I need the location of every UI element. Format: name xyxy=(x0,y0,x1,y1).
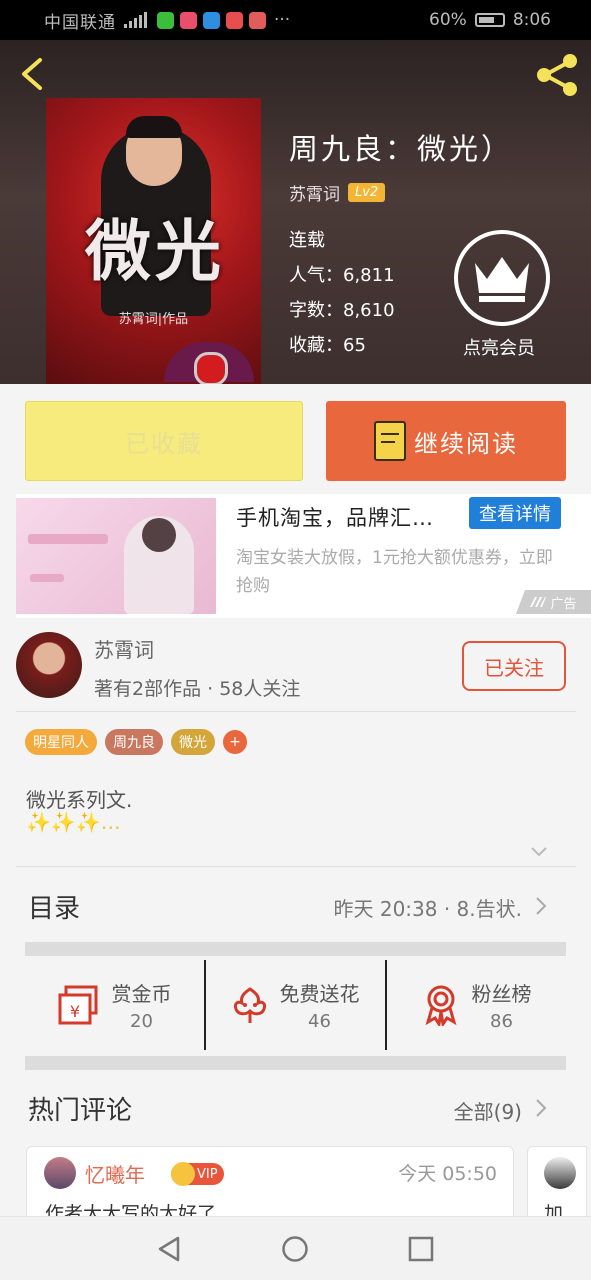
free-flower-button[interactable]: 免费送花 46 xyxy=(204,960,385,1050)
comment-card[interactable]: 忆曦年 VIP 今天 05:50 作者大大写的太好了 xyxy=(26,1146,514,1226)
continue-reading-button[interactable]: 继续阅读 xyxy=(326,401,566,481)
gift-value: 46 xyxy=(308,1011,331,1032)
more-notifications-icon: ··· xyxy=(274,10,291,30)
author-avatar[interactable] xyxy=(16,632,82,698)
serial-status: 连载 xyxy=(289,230,325,251)
coin-envelope-icon: ¥ xyxy=(58,985,97,1025)
app-notification-icon xyxy=(203,11,220,29)
status-bar: 中国联通 ··· 60% 8:06 xyxy=(0,0,591,40)
author-level-badge: Lv2 xyxy=(348,183,386,202)
gift-value: 20 xyxy=(130,1011,153,1032)
battery-percent: 60% xyxy=(429,10,467,30)
author-name[interactable]: 苏霄词 xyxy=(289,180,340,205)
medal-icon xyxy=(425,985,456,1026)
cover-decoration xyxy=(164,342,254,384)
app-notification-icon xyxy=(249,11,266,29)
gift-value: 86 xyxy=(490,1011,513,1032)
tag-chip[interactable]: 微光 xyxy=(171,729,215,755)
vip-badge: VIP xyxy=(171,1162,224,1186)
divider xyxy=(16,866,576,867)
app-notification-icon xyxy=(157,11,174,29)
carrier-label: 中国联通 xyxy=(44,12,116,33)
commenter-avatar[interactable] xyxy=(544,1157,576,1189)
comment-time: 今天 05:50 xyxy=(398,1163,497,1185)
system-nav-bar xyxy=(0,1216,591,1280)
popularity-stat: 人气：6,811 xyxy=(289,265,395,286)
gift-label: 赏金币 xyxy=(111,982,172,1006)
author-card[interactable]: 苏霄词 著有2部作品 · 58人关注 已关注 xyxy=(16,632,576,708)
add-tag-button[interactable]: + xyxy=(223,730,247,754)
commenter-avatar[interactable] xyxy=(44,1157,76,1189)
app-notification-icon xyxy=(180,11,197,29)
action-bar: 已收藏 继续阅读 xyxy=(0,384,591,494)
cover-hair xyxy=(126,116,182,138)
toc-label: 目录 xyxy=(28,894,81,924)
signal-icon xyxy=(124,12,147,28)
back-arrow-icon[interactable] xyxy=(18,56,46,92)
back-nav-icon[interactable] xyxy=(156,1235,182,1263)
ad-title[interactable]: 手机淘宝，品牌汇… xyxy=(236,502,434,532)
tag-chip[interactable]: 周九良 xyxy=(105,729,163,755)
chevron-right-icon xyxy=(536,1099,547,1117)
expand-chevron-icon[interactable] xyxy=(530,842,548,860)
cover-title: 微光 xyxy=(85,212,225,290)
crown-icon xyxy=(475,257,529,302)
ad-description: 淘宝女装大放假，1元抢大额优惠券，立即抢购 xyxy=(236,548,553,596)
battery-icon xyxy=(474,13,505,27)
commenter-name[interactable]: 忆曦年 xyxy=(85,1159,145,1188)
ad-logo-icon xyxy=(530,597,547,607)
description-line: 微光系列文. xyxy=(26,788,133,812)
comment-card[interactable]: 加 xyxy=(527,1146,587,1226)
description-sparkles: ✨✨✨… xyxy=(26,810,121,834)
clock: 8:06 xyxy=(512,10,551,30)
table-of-contents-row[interactable]: 目录 昨天 20:38 · 8.告状. xyxy=(28,888,552,928)
book-icon xyxy=(374,421,406,461)
follow-button[interactable]: 已关注 xyxy=(462,641,566,691)
collections-stat: 收藏：65 xyxy=(289,335,366,356)
tag-chip[interactable]: 明星同人 xyxy=(25,729,97,755)
favorite-button[interactable]: 已收藏 xyxy=(25,401,303,481)
ad-image[interactable] xyxy=(16,498,216,614)
flower-icon xyxy=(233,987,266,1023)
section-separator xyxy=(25,942,566,956)
gift-label: 粉丝榜 xyxy=(471,982,532,1006)
divider xyxy=(16,711,576,712)
vip-crown-button[interactable] xyxy=(454,230,550,326)
word-count-stat: 字数：8,610 xyxy=(289,300,395,321)
hot-comments-header[interactable]: 热门评论 全部(9) xyxy=(28,1090,552,1130)
home-nav-icon[interactable] xyxy=(281,1235,309,1263)
ad-image-text xyxy=(28,534,108,544)
app-notification-icon xyxy=(226,11,243,29)
book-cover[interactable]: 微光 苏霄词|作品 xyxy=(46,98,261,384)
share-icon[interactable] xyxy=(534,52,580,98)
gift-label: 免费送花 xyxy=(279,982,360,1006)
latest-chapter: 昨天 20:38 · 8.告状. xyxy=(333,897,522,921)
author-card-meta: 著有2部作品 · 58人关注 xyxy=(94,678,301,700)
author-row: 苏霄词 Lv2 xyxy=(289,180,386,205)
ad-image-text xyxy=(30,574,64,582)
continue-reading-label: 继续阅读 xyxy=(414,429,518,458)
gift-row: ¥ 赏金币 20 免费送花 46 粉丝榜 86 xyxy=(25,960,566,1050)
hot-comments-label: 热门评论 xyxy=(28,1096,133,1126)
tag-list: 明星同人 周九良 微光 + xyxy=(25,729,247,755)
cover-subtitle: 苏霄词|作品 xyxy=(118,312,189,327)
notification-icons xyxy=(157,11,266,29)
reward-coins-button[interactable]: ¥ 赏金币 20 xyxy=(25,960,204,1050)
vip-label[interactable]: 点亮会员 xyxy=(463,334,535,360)
ad-banner[interactable]: 手机淘宝，品牌汇… 查看详情 淘宝女装大放假，1元抢大额优惠券，立即抢购 广告 xyxy=(16,494,591,618)
author-card-name[interactable]: 苏霄词 xyxy=(94,634,154,663)
svg-text:¥: ¥ xyxy=(69,1002,79,1021)
ad-model xyxy=(124,516,194,614)
book-header: 微光 苏霄词|作品 周九良：微光） 苏霄词 Lv2 连载 人气：6,811 字数… xyxy=(0,40,591,384)
fan-ranking-button[interactable]: 粉丝榜 86 xyxy=(385,960,566,1050)
book-title: 周九良：微光） xyxy=(289,132,514,166)
ad-tag-label: 广告 xyxy=(550,596,577,612)
all-comments-link[interactable]: 全部(9) xyxy=(454,1096,522,1125)
ad-tag: 广告 xyxy=(516,590,591,614)
recents-nav-icon[interactable] xyxy=(408,1236,434,1262)
ad-details-button[interactable]: 查看详情 xyxy=(469,497,561,529)
chevron-right-icon xyxy=(536,897,547,915)
section-separator xyxy=(25,1056,566,1070)
